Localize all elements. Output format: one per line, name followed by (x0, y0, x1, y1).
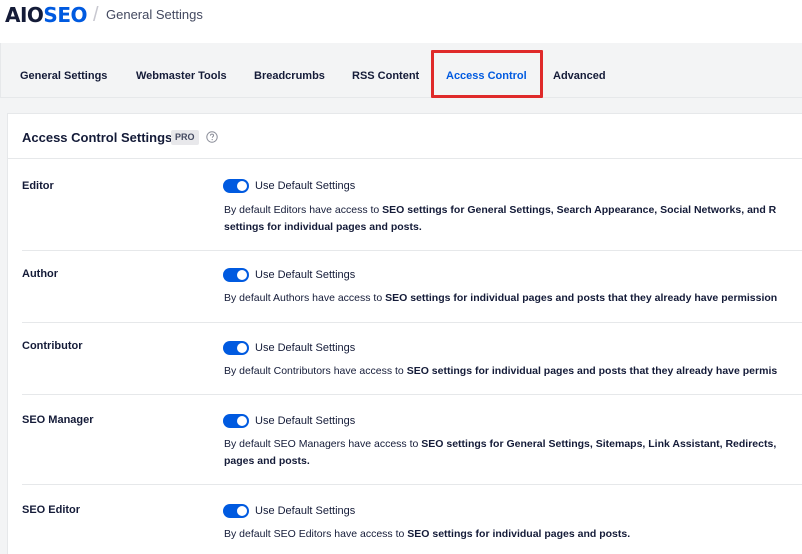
breadcrumb-separator: / (93, 4, 99, 26)
role-row-seo-editor: SEO Editor Use Default Settings By defau… (8, 485, 802, 554)
role-row-editor: Editor Use Default Settings By default E… (8, 159, 802, 251)
description-bold: settings for individual pages and posts. (224, 221, 422, 233)
breadcrumb: General Settings (106, 7, 203, 22)
role-label-seo-editor: SEO Editor (22, 504, 81, 516)
role-label-contributor: Contributor (22, 340, 83, 352)
toggle-editor[interactable] (223, 179, 249, 193)
logo-prefix: AIO (5, 3, 44, 27)
description-bold: pages and posts. (224, 455, 310, 467)
description-author: By default Authors have access to SEO se… (224, 290, 802, 307)
tab-access-control[interactable]: Access Control (446, 70, 527, 82)
toggle-contributor[interactable] (223, 341, 249, 355)
description-bold: SEO settings for individual pages and po… (385, 292, 778, 304)
description-text: By default Authors have access to (224, 292, 386, 304)
tab-breadcrumbs[interactable]: Breadcrumbs (254, 70, 325, 82)
toggle-label-seo-editor: Use Default Settings (255, 505, 356, 517)
toggle-label-contributor: Use Default Settings (255, 342, 356, 354)
aioseo-logo[interactable]: AIOSEO (5, 3, 87, 27)
toggle-label-editor: Use Default Settings (255, 180, 356, 192)
toggle-author[interactable] (223, 268, 249, 282)
role-label-author: Author (22, 268, 59, 280)
role-label-seo-manager: SEO Manager (22, 414, 94, 426)
question-circle-icon[interactable] (206, 131, 218, 143)
top-bar: AIOSEO / General Settings (0, 0, 802, 43)
description-text: By default SEO Editors have access to (224, 528, 408, 540)
description-bold: SEO settings for individual pages and po… (406, 365, 778, 377)
toggle-seo-manager[interactable] (223, 414, 249, 428)
description-bold: SEO settings for individual pages and po… (407, 528, 631, 540)
description-bold: SEO settings for General Settings, Searc… (382, 204, 777, 216)
card-header: Access Control Settings PRO (8, 114, 802, 159)
tab-rss-content[interactable]: RSS Content (352, 70, 419, 82)
description-contributor: By default Contributors have access to S… (224, 363, 802, 380)
toggle-label-author: Use Default Settings (255, 269, 356, 281)
description-bold: SEO settings for General Settings, Sitem… (421, 438, 777, 450)
settings-tabs: General Settings Webmaster Tools Breadcr… (0, 43, 802, 98)
description-text: By default SEO Managers have access to (224, 438, 422, 450)
description-text: By default Editors have access to (224, 204, 383, 216)
role-row-author: Author Use Default Settings By default A… (8, 251, 802, 323)
role-row-contributor: Contributor Use Default Settings By defa… (8, 323, 802, 395)
access-control-card: Access Control Settings PRO Editor Use D… (7, 113, 802, 554)
logo-suffix: SEO (43, 3, 87, 27)
tab-advanced[interactable]: Advanced (553, 70, 606, 82)
card-title: Access Control Settings (22, 130, 173, 145)
role-row-seo-manager: SEO Manager Use Default Settings By defa… (8, 395, 802, 485)
description-seo-manager: By default SEO Managers have access to S… (224, 436, 802, 470)
pro-badge: PRO (171, 130, 199, 145)
description-text: By default Contributors have access to (224, 365, 407, 377)
toggle-label-seo-manager: Use Default Settings (255, 415, 356, 427)
description-seo-editor: By default SEO Editors have access to SE… (224, 526, 802, 543)
role-label-editor: Editor (22, 180, 54, 192)
tab-general-settings[interactable]: General Settings (20, 70, 107, 82)
description-editor: By default Editors have access to SEO se… (224, 202, 802, 236)
toggle-seo-editor[interactable] (223, 504, 249, 518)
tab-webmaster-tools[interactable]: Webmaster Tools (136, 70, 227, 82)
